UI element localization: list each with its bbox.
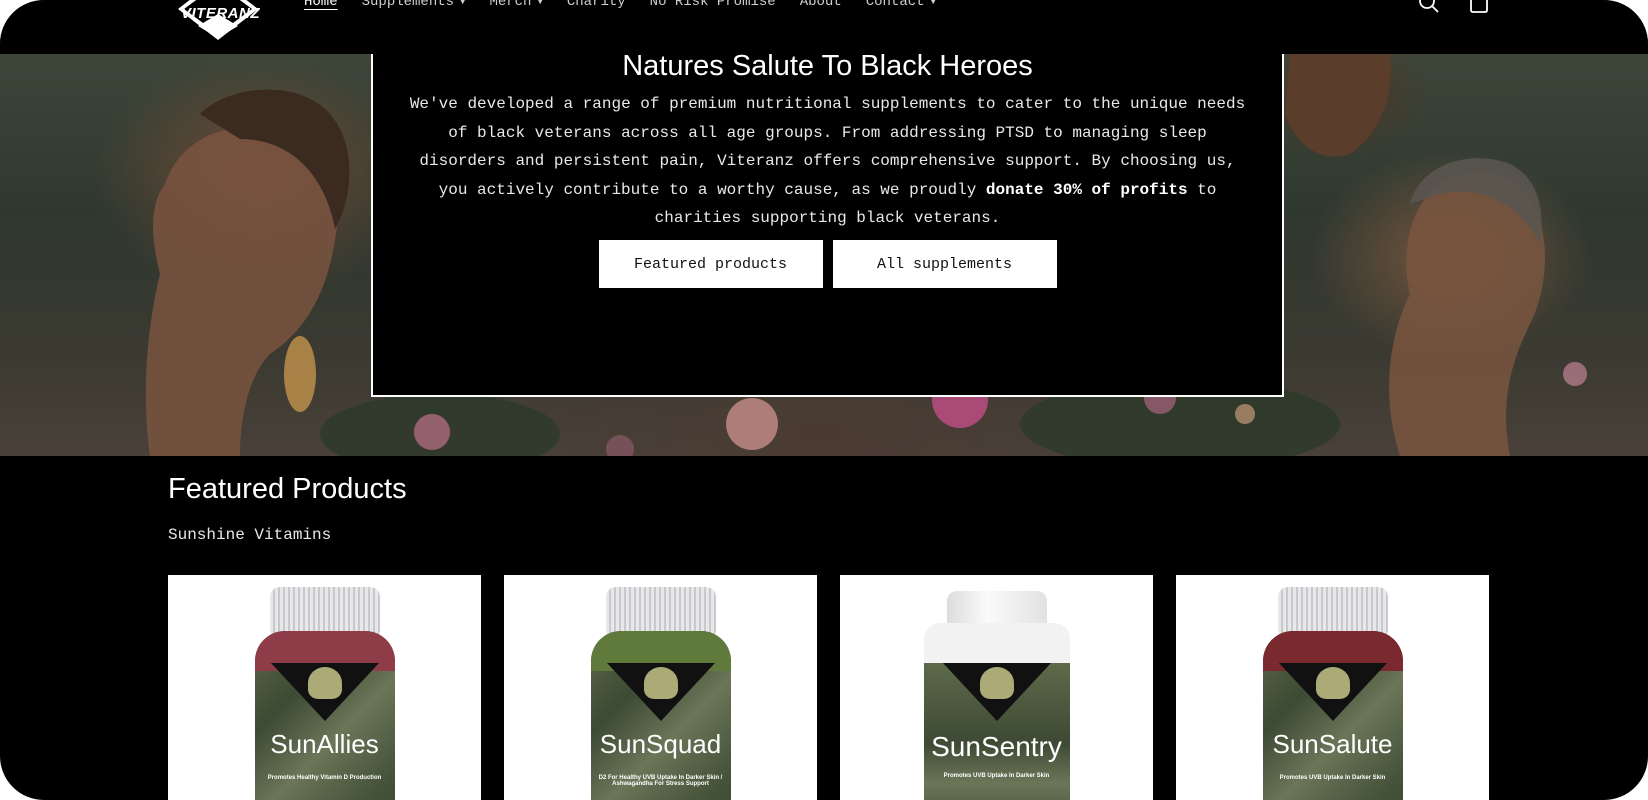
nav-label: Supplements	[361, 0, 455, 10]
site-header: VITERANZ Home Supplements ▼ Merch ▼ Charit…	[0, 0, 1648, 54]
product-name: SunSentry	[931, 731, 1062, 762]
nav-contact[interactable]: Contact ▼	[866, 0, 936, 10]
nav-label: Merch	[489, 0, 532, 10]
product-tagline: Promotes UVB Uptake In Darker Skin	[943, 773, 1050, 779]
product-tagline: D2 For Healthy UVB Uptake In Darker Skin…	[598, 775, 723, 787]
nav-merch[interactable]: Merch ▼	[489, 0, 542, 10]
chevron-down-icon: ▼	[460, 0, 466, 7]
product-name: SunSquad	[599, 729, 722, 759]
nav-home[interactable]: Home	[304, 0, 338, 10]
main-nav: Home Supplements ▼ Merch ▼ Charity No Risk…	[304, 0, 936, 10]
nav-label: Home	[304, 0, 338, 10]
product-tagline: Promotes Healthy Vitamin D Production	[267, 775, 382, 781]
hero-banner: Natures Salute To Black Heroes We've dev…	[0, 54, 1648, 456]
bottle-cap	[1277, 587, 1388, 635]
hero-title: Natures Salute To Black Heroes	[622, 54, 1033, 82]
nav-label: No Risk Promise	[649, 0, 776, 10]
hero-body-highlight: donate 30% of profits	[985, 180, 1188, 199]
chevron-down-icon: ▼	[537, 0, 543, 7]
viteranz-logo-icon	[307, 667, 342, 699]
product-name: SunAllies	[270, 729, 379, 759]
nav-charity[interactable]: Charity	[567, 0, 626, 10]
product-card[interactable]: SunSquad D2 For Healthy UVB Uptake In Da…	[504, 575, 817, 800]
hero-description: We've developed a range of premium nutri…	[409, 90, 1246, 233]
product-image: SunSalute Promotes UVB Uptake In Darker …	[1262, 631, 1403, 800]
product-name: SunSalute	[1272, 729, 1393, 759]
product-image: SunSquad D2 For Healthy UVB Uptake In Da…	[590, 631, 731, 800]
product-grid: SunAllies Promotes Healthy Vitamin D Pro…	[168, 575, 1489, 800]
chevron-down-icon: ▼	[930, 0, 936, 7]
product-image: SunAllies Promotes Healthy Vitamin D Pro…	[254, 631, 395, 800]
product-image: SunSentry Promotes UVB Uptake In Darker …	[923, 623, 1070, 800]
product-card[interactable]: SunSalute Promotes UVB Uptake In Darker …	[1176, 575, 1489, 800]
product-card[interactable]: SunSentry Promotes UVB Uptake In Darker …	[840, 575, 1153, 800]
bottle-cap	[605, 587, 716, 635]
viteranz-logo-icon	[1315, 667, 1350, 699]
featured-products-subtitle: Sunshine Vitamins	[168, 526, 332, 544]
nav-label: About	[799, 0, 842, 10]
nav-about[interactable]: About	[800, 0, 842, 10]
nav-label: Contact	[865, 0, 925, 10]
search-icon[interactable]	[1418, 0, 1440, 14]
nav-label: Charity	[566, 0, 626, 10]
nav-supplements[interactable]: Supplements ▼	[362, 0, 466, 10]
bottle-cap	[269, 587, 380, 635]
viteranz-logo-icon	[979, 667, 1014, 699]
featured-products-button[interactable]: Featured products	[598, 240, 823, 288]
header-icons	[1418, 0, 1490, 14]
page-frame: VITERANZ Home Supplements ▼ Merch ▼ Charit…	[0, 0, 1648, 800]
viteranz-logo-icon	[643, 667, 678, 699]
cart-icon[interactable]	[1468, 0, 1490, 14]
product-card[interactable]: SunAllies Promotes Healthy Vitamin D Pro…	[168, 575, 481, 800]
nav-no-risk-promise[interactable]: No Risk Promise	[650, 0, 776, 10]
featured-products-heading: Featured Products	[168, 473, 407, 505]
product-tagline: Promotes UVB Uptake In Darker Skin	[1279, 775, 1386, 781]
logo-text[interactable]: VITERANZ	[181, 5, 260, 22]
hero-text-panel: Natures Salute To Black Heroes We've dev…	[371, 54, 1284, 397]
all-supplements-button[interactable]: All supplements	[832, 240, 1057, 288]
hero-buttons: Featured products All supplements	[373, 240, 1282, 288]
